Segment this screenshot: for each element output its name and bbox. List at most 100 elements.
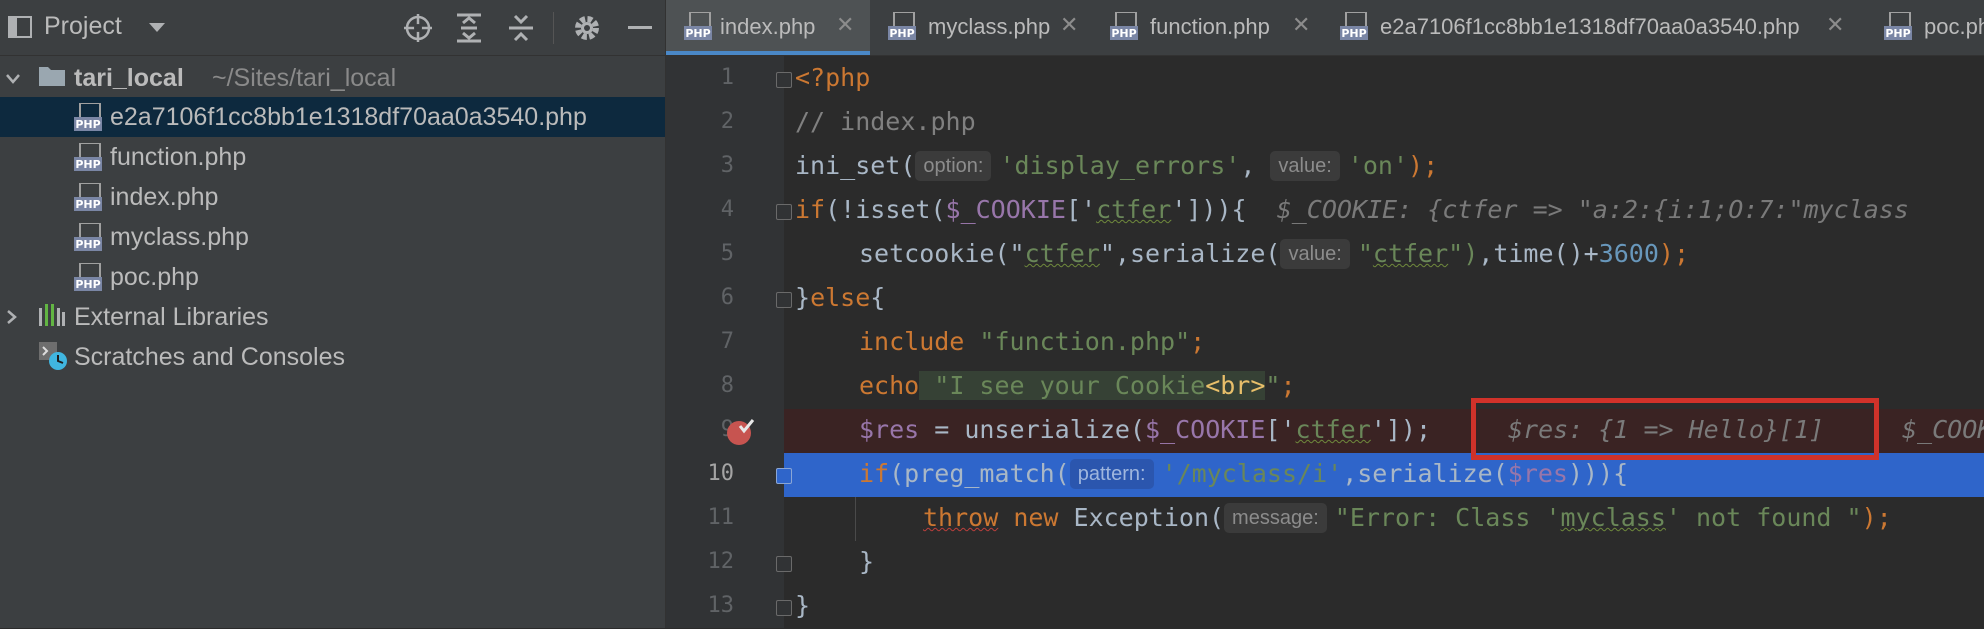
code-text: $res = unserialize($_COOKIE['ctfer']); [859, 415, 1432, 444]
line-number: 6 [720, 285, 734, 310]
fold-marker[interactable] [776, 468, 792, 484]
code-text: } [859, 547, 875, 576]
code-line-2[interactable]: 2 // index.php [666, 101, 1984, 145]
tree-file-label: poc.php [110, 263, 199, 291]
tree-file-row[interactable]: PHP index.php [0, 177, 665, 217]
breakpoint-icon[interactable] [726, 417, 756, 447]
collapse-all-icon[interactable] [507, 13, 535, 43]
line-number: 13 [707, 593, 735, 618]
project-window-icon[interactable] [8, 16, 32, 38]
fold-marker[interactable] [776, 72, 792, 88]
svg-text:PHP: PHP [889, 27, 914, 40]
project-panel: Project tari_local ~/Sites/tari_local PH… [0, 0, 666, 628]
tree-root-row[interactable]: tari_local ~/Sites/tari_local [0, 58, 665, 98]
tree-file-label: e2a7106f1cc8bb1e1318df70aa0a3540.php [110, 103, 587, 131]
tab-function-php[interactable]: PHP function.php ✕ [1092, 0, 1322, 55]
param-hint: value: [1280, 239, 1350, 269]
tab-label: function.php [1150, 14, 1270, 39]
close-icon[interactable]: ✕ [1826, 12, 1844, 38]
project-header: Project [0, 0, 665, 56]
code-line-12[interactable]: 12 } [666, 541, 1984, 585]
code-text: ini_set(option:'display_errors', value: '… [795, 151, 1439, 181]
code-text: }else{ [795, 283, 886, 312]
svg-text:PHP: PHP [75, 118, 100, 131]
tree-scratches-label: Scratches and Consoles [74, 343, 345, 371]
line-number: 9 [720, 417, 734, 442]
svg-text:PHP: PHP [75, 278, 100, 291]
fold-marker[interactable] [776, 556, 792, 572]
project-title[interactable]: Project [44, 12, 122, 41]
code-text: <?php [795, 63, 871, 92]
svg-text:PHP: PHP [75, 238, 100, 251]
code-line-7[interactable]: 7 include "function.php"; [666, 321, 1984, 365]
fold-marker[interactable] [776, 292, 792, 308]
line-number: 5 [720, 241, 734, 266]
tab-index-php[interactable]: PHP index.php ✕ [666, 0, 870, 55]
tab-poc-php[interactable]: PHP poc.php [1866, 0, 1984, 55]
line-number: 10 [707, 461, 735, 486]
chevron-down-icon[interactable] [5, 73, 21, 85]
svg-text:PHP: PHP [75, 198, 100, 211]
tree-file-row[interactable]: PHP myclass.php [0, 217, 665, 257]
library-icon [39, 304, 65, 326]
tree-scratches[interactable]: Scratches and Consoles [0, 337, 665, 377]
fold-marker[interactable] [776, 204, 792, 220]
close-icon[interactable]: ✕ [1060, 12, 1078, 38]
tree-file-row[interactable]: PHP poc.php [0, 257, 665, 297]
code-line-1[interactable]: 1 <?php [666, 57, 1984, 101]
php-file-icon: PHP [74, 223, 102, 251]
editor-tab-bar: PHP index.php ✕ PHP myclass.php ✕ PHP fu… [666, 0, 1984, 56]
code-text: include "function.php"; [859, 327, 1206, 356]
code-text: // index.php [795, 107, 976, 136]
line-number: 2 [720, 109, 734, 134]
tree-external-libraries[interactable]: External Libraries [0, 297, 665, 337]
php-file-icon: PHP [74, 143, 102, 171]
code-text: if(preg_match(pattern: '/myclass/i',seria… [859, 459, 1629, 489]
tree-file-row[interactable]: PHP e2a7106f1cc8bb1e1318df70aa0a3540.php [0, 97, 665, 137]
line-number: 12 [707, 549, 735, 574]
header-divider [553, 12, 554, 44]
debug-inline-value: $_COOK [1902, 415, 1984, 444]
gear-icon[interactable] [572, 13, 602, 43]
chevron-down-icon[interactable] [148, 22, 166, 34]
code-line-13[interactable]: 13 } [666, 585, 1984, 629]
php-file-icon: PHP [1884, 12, 1912, 40]
line-number: 4 [720, 197, 734, 222]
param-hint: pattern: [1069, 459, 1154, 489]
php-file-icon: PHP [1110, 12, 1138, 40]
close-icon[interactable]: ✕ [836, 12, 854, 38]
tree-root-name: tari_local [74, 64, 184, 92]
line-number: 8 [720, 373, 734, 398]
code-text: echo "I see your Cookie<br>"; [859, 371, 1296, 400]
indent-guide [855, 497, 856, 541]
php-file-icon: PHP [74, 103, 102, 131]
code-line-5[interactable]: 5 setcookie("ctfer",serialize(value: "ctf… [666, 233, 1984, 277]
close-icon[interactable]: ✕ [1292, 12, 1310, 38]
code-text: if(!isset($_COOKIE['ctfer'])){ $_COOKIE:… [795, 195, 1909, 224]
php-file-icon: PHP [684, 12, 712, 40]
php-file-icon: PHP [888, 12, 916, 40]
svg-text:PHP: PHP [1341, 27, 1366, 40]
tree-external-libraries-label: External Libraries [74, 303, 269, 331]
locate-icon[interactable] [403, 13, 433, 43]
tree-file-row[interactable]: PHP function.php [0, 137, 665, 177]
chevron-right-icon[interactable] [6, 309, 18, 325]
debug-inline-value: $_COOKIE: {ctfer => "a:2:{i:1;O:7:"mycla… [1246, 195, 1909, 224]
expand-all-icon[interactable] [455, 13, 483, 43]
tab-label: poc.php [1924, 14, 1984, 39]
php-file-icon: PHP [74, 183, 102, 211]
param-hint: message: [1224, 503, 1327, 533]
line-number: 11 [707, 505, 735, 530]
code-line-3[interactable]: 3 ini_set(option:'display_errors', value… [666, 145, 1984, 189]
tab-hash-php[interactable]: PHP e2a7106f1cc8bb1e1318df70aa0a3540.php… [1322, 0, 1866, 55]
tree-root-path: ~/Sites/tari_local [212, 64, 397, 92]
line-number: 1 [720, 65, 734, 90]
minimize-icon[interactable] [628, 26, 652, 30]
tree-file-label: index.php [110, 183, 219, 211]
code-line-4[interactable]: 4 if(!isset($_COOKIE['ctfer'])){ $_COOKI… [666, 189, 1984, 233]
code-line-11[interactable]: 11 throw new Exception(message: "Error: C… [666, 497, 1984, 541]
svg-text:PHP: PHP [685, 27, 710, 40]
fold-marker[interactable] [776, 600, 792, 616]
tab-myclass-php[interactable]: PHP myclass.php ✕ [870, 0, 1092, 55]
code-line-6[interactable]: 6 }else{ [666, 277, 1984, 321]
